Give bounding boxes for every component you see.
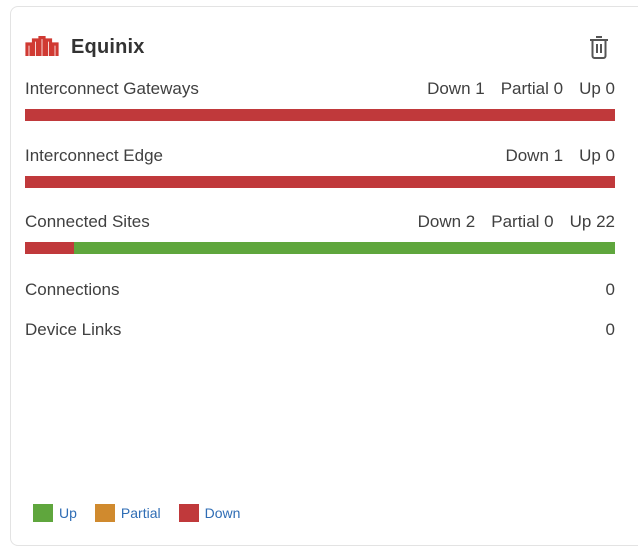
legend-label-up: Up [59,505,77,521]
bar-segment-down [25,109,615,121]
legend-item-down: Down [178,504,241,522]
interconnect-gateways-partial-count: Partial 0 [500,79,564,98]
connections-value: 0 [605,280,615,299]
interconnect-gateways-up-count: Up 0 [579,79,615,98]
legend-label-down: Down [204,505,241,521]
connections-label: Connections [25,280,120,299]
interconnect-edge-section: Interconnect Edge Down 1 Up 0 [25,144,615,188]
interconnect-edge-status-bar [25,176,615,188]
connections-row: Connections 0 [25,278,615,302]
card-header: Equinix [25,32,145,62]
connected-sites-down-count: Down 2 [417,212,476,231]
connected-sites-status-bar [25,242,615,254]
legend-swatch-partial [94,504,115,522]
legend-item-up: Up [33,504,77,522]
brand-name: Equinix [71,35,145,58]
device-links-row: Device Links 0 [25,318,615,342]
device-links-value: 0 [605,320,615,339]
interconnect-gateways-status-bar [25,109,615,121]
connected-sites-partial-count: Partial 0 [491,212,554,231]
bar-segment-up [74,242,615,254]
connected-sites-label: Connected Sites [25,212,150,231]
connected-sites-up-count: Up 22 [569,212,615,231]
bar-segment-down [25,176,615,188]
equinix-logo-icon [25,35,61,59]
legend-swatch-up [33,504,53,522]
interconnect-edge-label: Interconnect Edge [25,146,163,165]
legend-item-partial: Partial [94,504,161,522]
connected-sites-section: Connected Sites Down 2 Partial 0 Up 22 [25,210,615,254]
bar-segment-down [25,242,75,254]
interconnect-gateways-label: Interconnect Gateways [25,79,199,98]
trash-icon[interactable] [588,34,610,60]
legend-label-partial: Partial [120,505,161,521]
device-links-label: Device Links [25,320,122,339]
status-legend: Up Partial Down [33,504,258,522]
interconnect-gateways-down-count: Down 1 [427,79,485,98]
legend-swatch-down [178,504,199,522]
interconnect-edge-down-count: Down 1 [505,146,564,165]
interconnect-edge-up-count: Up 0 [579,146,615,165]
interconnect-gateways-section: Interconnect Gateways Down 1 Partial 0 U… [25,77,615,121]
